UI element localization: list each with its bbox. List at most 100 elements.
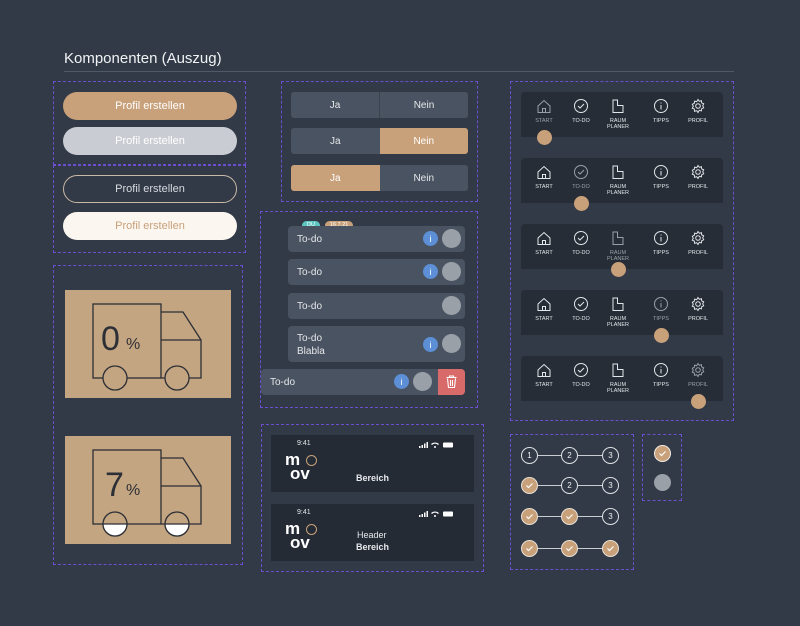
nav-label: PROFIL <box>688 316 708 322</box>
nav-label: TIPPS <box>653 184 669 190</box>
info-icon <box>654 363 668 377</box>
segmented-control-none[interactable]: Ja Nein <box>291 92 468 118</box>
todo-item[interactable]: To-do i <box>288 259 465 285</box>
nav-label: TIPPS <box>653 250 669 256</box>
header-area: Bereich <box>356 542 390 552</box>
segment-no[interactable]: Nein <box>379 165 468 191</box>
status-icons <box>419 442 453 448</box>
nav-item-raum[interactable]: RAUM PLANER <box>600 97 636 130</box>
stepper-step-done[interactable] <box>521 477 538 494</box>
phone-header: 9:41 m ov Bereich <box>271 435 474 492</box>
nav-item-start[interactable]: START <box>526 295 562 322</box>
nav-item-start[interactable]: START <box>526 97 562 124</box>
nav-item-tipps[interactable]: TIPPS <box>643 97 679 124</box>
nav-label: TO-DO <box>572 184 590 190</box>
todo-check-circle[interactable] <box>413 372 432 391</box>
stepper-step-done[interactable] <box>561 540 578 557</box>
todo-check-circle[interactable] <box>442 229 461 248</box>
todo-item[interactable]: To-do i <box>288 226 465 252</box>
profile-button-primary[interactable]: Profil erstellen <box>63 92 237 120</box>
info-icon[interactable]: i <box>423 264 438 279</box>
info-icon[interactable]: i <box>394 374 409 389</box>
checkmark-icon <box>607 546 614 552</box>
nav-label: START <box>535 316 553 322</box>
checkmark-icon <box>566 546 573 552</box>
stepper-step-done[interactable] <box>561 508 578 525</box>
nav-label: PLANER <box>606 190 629 196</box>
home-icon <box>537 231 551 245</box>
gear-icon <box>691 98 705 114</box>
nav-item-tipps[interactable]: TIPPS <box>643 295 679 322</box>
bottom-navbar: START TO-DO RAUM PLANER TIPPS PROFIL <box>521 158 723 203</box>
nav-item-tipps[interactable]: TIPPS <box>643 163 679 190</box>
profile-button-light[interactable]: Profil erstellen <box>63 212 237 240</box>
nav-label: START <box>535 118 553 124</box>
delivery-truck-icon <box>92 449 202 537</box>
segment-no[interactable]: Nein <box>380 92 468 118</box>
info-icon <box>654 165 668 179</box>
bottom-navbar: START TO-DO RAUM PLANER TIPPS PROFIL <box>521 92 723 137</box>
stepper-step-done[interactable] <box>602 540 619 557</box>
stepper-step[interactable]: 3 <box>602 508 619 525</box>
nav-item-profil[interactable]: PROFIL <box>680 163 716 190</box>
checkmark-icon <box>659 451 666 457</box>
nav-label: TO-DO <box>572 382 590 388</box>
checkbox-unchecked[interactable] <box>654 474 671 491</box>
nav-active-indicator <box>691 394 706 409</box>
stepper-step[interactable]: 2 <box>561 447 578 464</box>
nav-item-profil[interactable]: PROFIL <box>680 97 716 124</box>
nav-item-to-do[interactable]: TO-DO <box>563 97 599 124</box>
nav-item-tipps[interactable]: TIPPS <box>643 229 679 256</box>
nav-item-to-do[interactable]: TO-DO <box>563 361 599 388</box>
nav-item-raum[interactable]: RAUM PLANER <box>600 229 636 262</box>
todo-item[interactable]: To-do <box>288 293 465 319</box>
todo-check-circle[interactable] <box>442 296 461 315</box>
segment-yes-selected[interactable]: Ja <box>291 165 380 191</box>
stepper-step[interactable]: 2 <box>561 477 578 494</box>
profile-button-disabled[interactable]: Profil erstellen <box>63 127 237 155</box>
check-circle-icon <box>574 99 588 113</box>
stepper-step[interactable]: 3 <box>602 477 619 494</box>
todo-item-with-subtitle[interactable]: To-do Blabla i <box>288 326 465 362</box>
segment-no-selected[interactable]: Nein <box>379 128 468 154</box>
delete-button[interactable] <box>438 369 465 395</box>
todo-check-circle[interactable] <box>442 262 461 281</box>
nav-item-raum[interactable]: RAUM PLANER <box>600 295 636 328</box>
stepper-step-done[interactable] <box>521 508 538 525</box>
todo-label: To-do <box>297 267 323 278</box>
todo-subtitle: Blabla <box>297 346 325 357</box>
header-area: Bereich <box>356 473 390 483</box>
nav-item-raum[interactable]: RAUM PLANER <box>600 361 636 394</box>
nav-item-start[interactable]: START <box>526 163 562 190</box>
nav-item-tipps[interactable]: TIPPS <box>643 361 679 388</box>
todo-check-circle[interactable] <box>442 334 461 353</box>
nav-item-profil[interactable]: PROFIL <box>680 295 716 322</box>
nav-label: TO-DO <box>572 250 590 256</box>
info-icon[interactable]: i <box>423 337 438 352</box>
nav-active-indicator <box>611 262 626 277</box>
stepper-step-done[interactable] <box>521 540 538 557</box>
stepper-step[interactable]: 3 <box>602 447 619 464</box>
todo-label: To-do <box>297 301 323 312</box>
nav-item-to-do[interactable]: TO-DO <box>563 295 599 322</box>
checkbox-checked[interactable] <box>654 445 671 462</box>
gear-icon <box>691 164 705 180</box>
gear-icon <box>691 230 705 246</box>
todo-item-swiped[interactable]: To-do i <box>261 369 465 395</box>
nav-item-to-do[interactable]: TO-DO <box>563 163 599 190</box>
segment-yes[interactable]: Ja <box>291 128 380 154</box>
todo-label: To-do <box>270 377 296 388</box>
nav-item-start[interactable]: START <box>526 229 562 256</box>
nav-item-to-do[interactable]: TO-DO <box>563 229 599 256</box>
profile-button-outline[interactable]: Profil erstellen <box>63 175 237 203</box>
nav-item-profil[interactable]: PROFIL <box>680 229 716 256</box>
segmented-control-no[interactable]: Ja Nein <box>291 128 468 154</box>
segmented-control-yes[interactable]: Ja Nein <box>291 165 468 191</box>
stepper-step[interactable]: 1 <box>521 447 538 464</box>
nav-item-raum[interactable]: RAUM PLANER <box>600 163 636 196</box>
info-icon <box>654 231 668 245</box>
nav-item-start[interactable]: START <box>526 361 562 388</box>
nav-item-profil[interactable]: PROFIL <box>680 361 716 388</box>
segment-yes[interactable]: Ja <box>291 92 380 118</box>
info-icon[interactable]: i <box>423 231 438 246</box>
